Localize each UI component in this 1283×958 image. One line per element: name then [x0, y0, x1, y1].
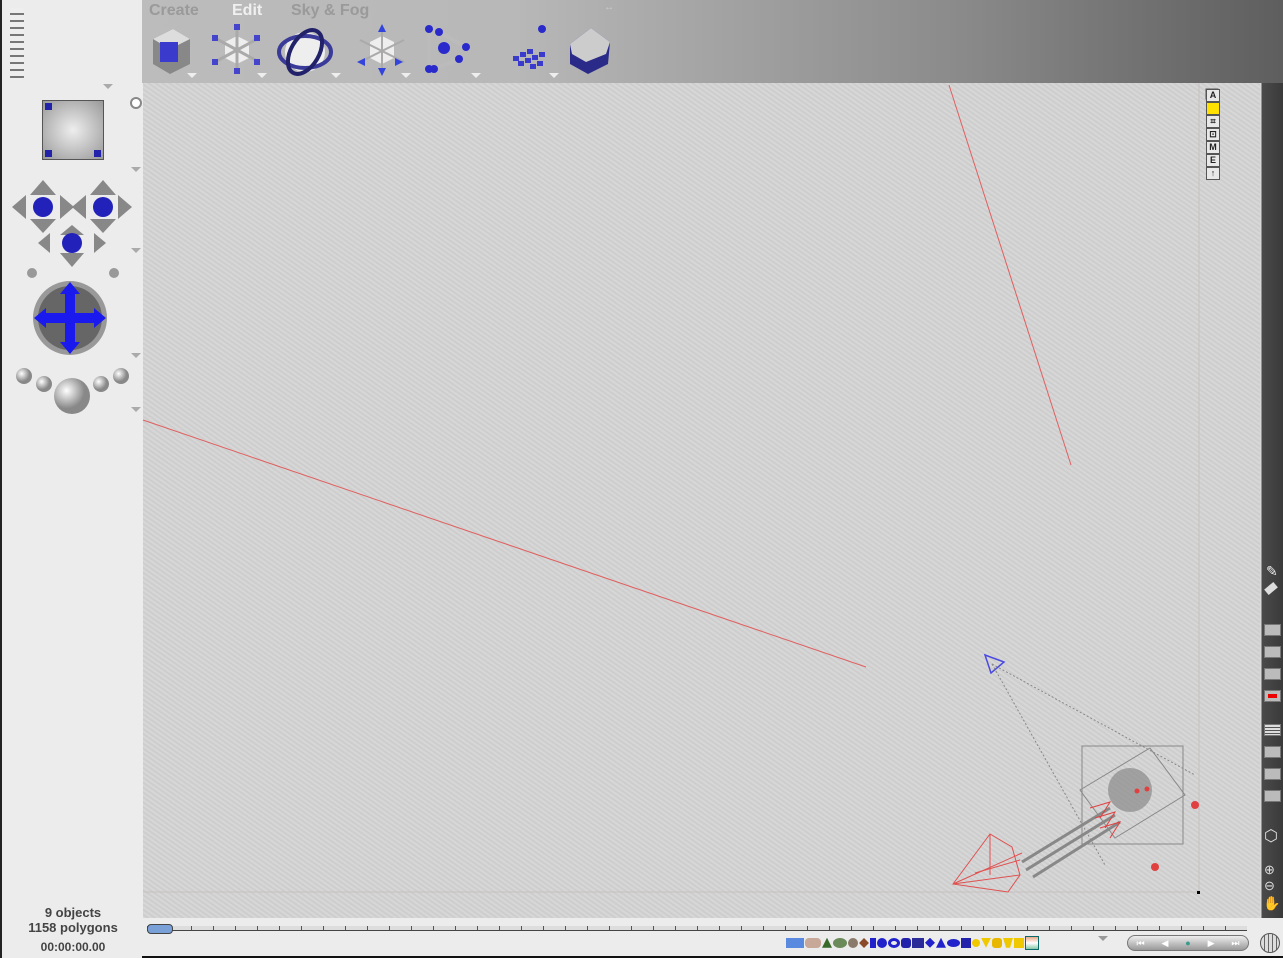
dropdown-arrow-icon[interactable]	[131, 167, 141, 172]
record-button[interactable]: ●	[1185, 938, 1190, 948]
globe-grid-icon[interactable]	[1260, 933, 1280, 953]
dropdown-arrow-icon[interactable]	[131, 407, 141, 412]
rock-icon[interactable]	[848, 937, 858, 948]
randomize-icon[interactable]	[505, 24, 555, 76]
play-button[interactable]: ▶	[1208, 938, 1215, 949]
text-icon[interactable]	[1264, 746, 1281, 758]
dropdown-arrow-icon[interactable]	[331, 73, 341, 78]
reposition-icon[interactable]	[355, 24, 405, 76]
trackball[interactable]	[32, 280, 112, 360]
materials-cube-icon[interactable]	[148, 24, 198, 76]
eraser-icon[interactable]	[1264, 581, 1278, 596]
view-button-link[interactable]: ⌗	[1206, 115, 1220, 128]
dropdown-arrow-icon[interactable]	[131, 248, 141, 253]
view-button-a[interactable]: A	[1206, 89, 1220, 102]
zoom-in-icon[interactable]: ⊕	[1264, 862, 1275, 878]
wireframe-icon[interactable]	[1264, 624, 1281, 636]
camera-cross-controls[interactable]	[10, 175, 135, 285]
view-button-frame[interactable]: ⊡	[1206, 128, 1220, 141]
sphere-icon[interactable]	[877, 937, 887, 948]
torus-icon[interactable]	[888, 937, 900, 948]
hand-icon[interactable]: ✋	[1263, 895, 1280, 912]
terrain-edit-icon[interactable]	[566, 24, 616, 76]
yellow-pyramid-icon[interactable]	[1003, 937, 1013, 948]
menu-sky-fog[interactable]: Sky & Fog	[291, 2, 369, 20]
dropdown-arrow-icon[interactable]	[257, 73, 267, 78]
view-button-up[interactable]: ↑	[1206, 167, 1220, 180]
resize-icon[interactable]	[210, 24, 260, 76]
tree-icon[interactable]	[833, 937, 847, 948]
rotate-icon[interactable]	[276, 24, 334, 76]
dropdown-arrow-icon[interactable]	[1098, 936, 1108, 941]
picture-plane-icon[interactable]	[1025, 935, 1039, 950]
radio-toggle[interactable]	[130, 97, 142, 109]
align-icon[interactable]	[424, 24, 474, 76]
top-toolbar: Create Edit Sky & Fog ↔	[0, 0, 1283, 83]
pyramid-icon[interactable]	[925, 937, 935, 948]
view-button-e[interactable]: E	[1206, 154, 1220, 167]
dropdown-arrow-icon[interactable]	[471, 73, 481, 78]
polygon-count: 1158 polygons	[28, 920, 118, 935]
playback-controls: ⏮ ◀ ● ▶ ⏭	[1127, 935, 1249, 951]
yellow-cylinder-icon[interactable]	[992, 937, 1002, 948]
lines-icon[interactable]	[1264, 724, 1281, 736]
water-plane-icon[interactable]	[786, 937, 804, 948]
cone-icon[interactable]	[936, 937, 946, 948]
view-icon[interactable]	[1264, 646, 1281, 658]
cylinder-icon[interactable]	[901, 937, 911, 948]
object-palette	[786, 934, 1040, 952]
zoom-spheres[interactable]	[12, 362, 132, 424]
square-icon[interactable]	[961, 937, 971, 948]
cube-icon[interactable]: ⬡	[1264, 826, 1278, 846]
symmetric-lattice-icon[interactable]	[859, 937, 869, 948]
bottom-bar: ⏮ ◀ ● ▶ ⏭	[142, 918, 1283, 958]
nano-preview[interactable]	[42, 100, 104, 160]
grid-menu-icon[interactable]	[1264, 790, 1281, 802]
dropdown-arrow-icon[interactable]	[187, 73, 197, 78]
dropdown-arrow-icon[interactable]	[131, 353, 141, 358]
view-button-m[interactable]: M	[1206, 141, 1220, 154]
spiral-icon[interactable]	[870, 937, 876, 948]
toggle-icon[interactable]	[1264, 668, 1281, 680]
dropdown-arrow-icon[interactable]	[103, 84, 113, 89]
object-count: 9 objects	[44, 905, 102, 920]
wireframe-viewport[interactable]	[143, 83, 1260, 918]
record-icon[interactable]	[1264, 690, 1281, 702]
left-control-panel: 9 objects 1158 polygons 00:00:00.00	[0, 0, 142, 958]
frame-icon[interactable]	[1264, 768, 1281, 780]
step-back-button[interactable]: ◀	[1161, 938, 1168, 949]
timeline-scrubber[interactable]	[147, 926, 1247, 931]
pencil-icon[interactable]: ✎	[1266, 563, 1278, 580]
rewind-button[interactable]: ⏮	[1136, 938, 1144, 949]
stone-icon[interactable]	[805, 937, 821, 948]
time-display: 00:00:00.00	[40, 940, 106, 954]
yellow-cube-icon[interactable]	[1014, 937, 1024, 948]
zoom-out-icon[interactable]: ⊖	[1264, 878, 1275, 894]
fast-forward-button[interactable]: ⏭	[1231, 938, 1239, 949]
cube-primitive-icon[interactable]	[912, 937, 924, 948]
dropdown-arrow-icon[interactable]	[401, 73, 411, 78]
yellow-cone-icon[interactable]	[981, 937, 991, 948]
dropdown-arrow-icon[interactable]	[549, 73, 559, 78]
view-button-color[interactable]	[1206, 102, 1220, 115]
menu-handle-icon[interactable]	[10, 8, 24, 80]
menu-edit[interactable]: Edit	[232, 2, 262, 20]
yellow-sphere-icon[interactable]	[972, 938, 980, 947]
menu-create[interactable]: Create	[149, 2, 199, 20]
timeline-handle[interactable]	[147, 924, 173, 934]
resize-handle-icon[interactable]: ↔	[604, 2, 614, 13]
disc-icon[interactable]	[947, 938, 960, 947]
terrain-icon[interactable]	[822, 937, 832, 948]
